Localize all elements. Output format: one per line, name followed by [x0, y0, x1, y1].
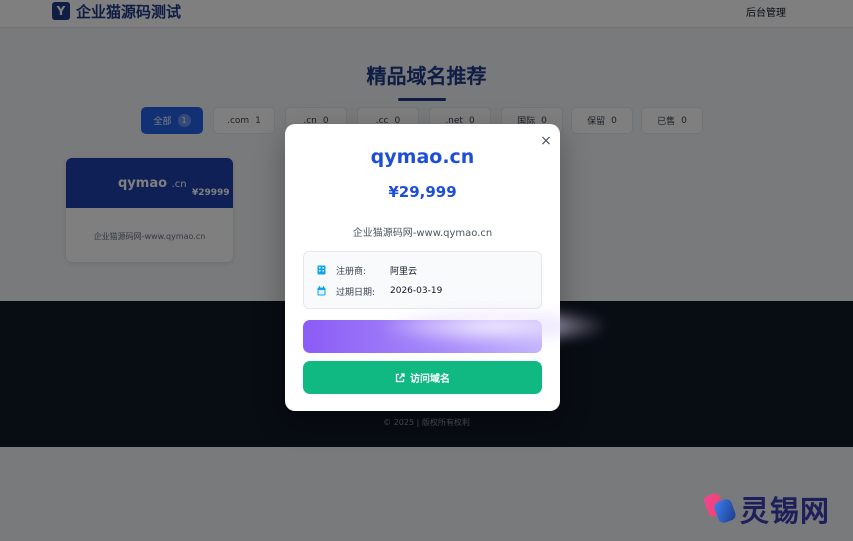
watermark-logo-icon [704, 493, 736, 523]
watermark: 灵锡网 [704, 488, 844, 528]
calendar-icon [317, 286, 326, 296]
expiry-value: 2026-03-19 [390, 286, 443, 296]
purchase-button[interactable] [303, 308, 603, 353]
visit-domain-button[interactable]: 访问域名 [303, 361, 542, 394]
modal-description: 企业猫源码网-www.qymao.cn [352, 228, 493, 239]
registrar-value: 阿里云 [390, 266, 418, 277]
domain-info-box: 注册商: 阿里云 过期日期: 2026-03-19 [303, 251, 542, 309]
modal-domain: qymao.cn [370, 146, 475, 168]
expiry-label: 过期日期: [336, 287, 376, 298]
visit-button-label: 访问域名 [410, 374, 450, 385]
expiry-row: 过期日期: 2026-03-19 [317, 284, 442, 298]
registrar-label: 注册商: [336, 266, 367, 277]
external-link-icon [395, 372, 405, 382]
watermark-text: 灵锡网 [740, 494, 831, 528]
domain-detail-modal: × qymao.cn ¥29,999 企业猫源码网-www.qymao.cn 注… [285, 124, 603, 411]
registrar-row: 注册商: 阿里云 [317, 263, 417, 277]
modal-price: ¥29,999 [388, 183, 457, 201]
building-icon [317, 265, 326, 275]
